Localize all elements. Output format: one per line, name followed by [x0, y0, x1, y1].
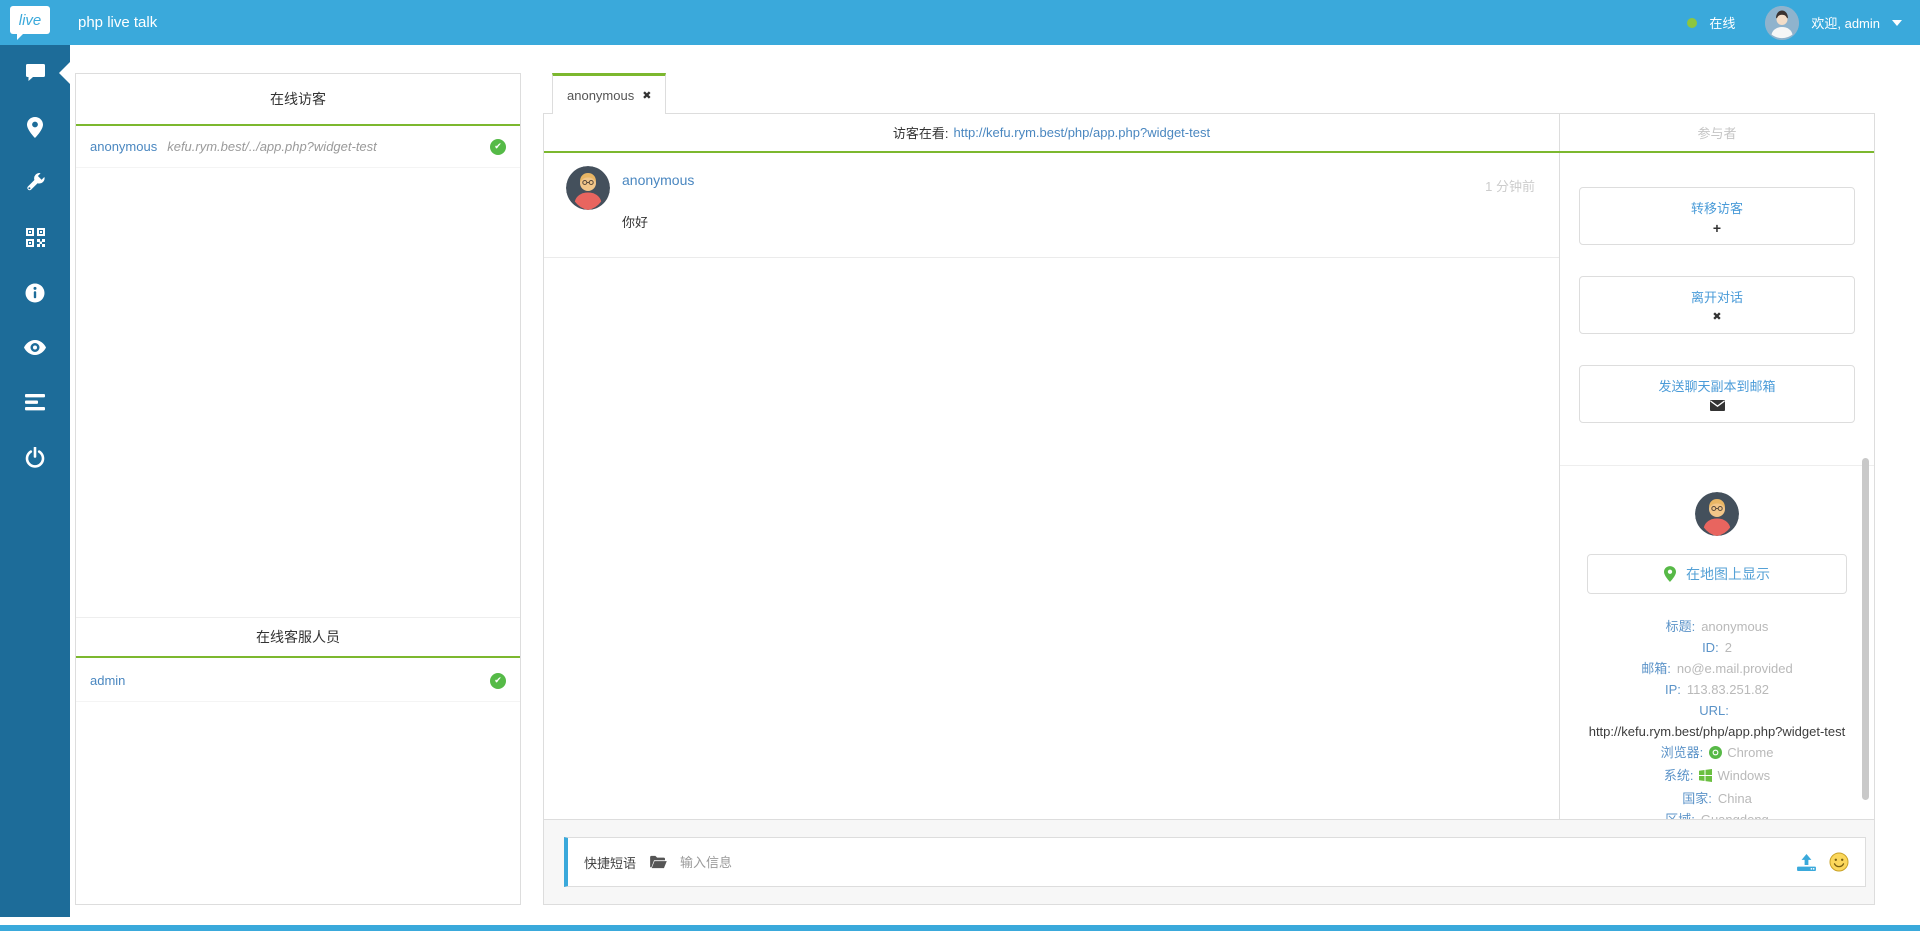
tab-close-icon[interactable]: ✖ — [642, 89, 651, 102]
online-status-dot-icon — [1687, 18, 1697, 28]
visitor-name-link[interactable]: anonymous — [90, 139, 157, 154]
sidebar-item-logout[interactable] — [0, 430, 70, 485]
message-composer: 快捷短语 — [564, 837, 1866, 887]
emoji-icon[interactable] — [1829, 852, 1849, 872]
sidebar-item-settings[interactable] — [0, 155, 70, 210]
user-avatar[interactable] — [1765, 6, 1799, 40]
chevron-down-icon[interactable] — [1892, 20, 1902, 31]
viewing-url-link[interactable]: http://kefu.rym.best/php/app.php?widget-… — [954, 125, 1211, 140]
sidebar-item-chats[interactable] — [0, 45, 70, 100]
detail-row: 邮箱:no@e.mail.provided — [1560, 658, 1874, 679]
online-visitors-header: 在线访客 — [76, 74, 520, 126]
online-status-label: 在线 — [1709, 13, 1735, 32]
map-marker-icon — [27, 117, 43, 138]
quick-phrases-button[interactable]: 快捷短语 — [584, 853, 636, 872]
visitors-panel: 在线访客 anonymous kefu.rym.best/../app.php?… — [75, 73, 521, 905]
envelope-icon — [1710, 400, 1725, 412]
avatar-photo-icon — [1765, 6, 1799, 40]
panel-divider — [1560, 465, 1874, 466]
icon-sidebar — [0, 45, 70, 917]
info-icon — [25, 283, 45, 303]
detail-row: 标题:anonymous — [1560, 616, 1874, 637]
detail-row: URL: — [1560, 700, 1874, 721]
agent-row[interactable]: admin ✔ — [76, 660, 520, 702]
tab-anonymous[interactable]: anonymous ✖ — [552, 73, 666, 114]
show-on-map-button[interactable]: 在地图上显示 — [1587, 554, 1847, 594]
chat-main-container: 访客在看: http://kefu.rym.best/php/app.php?w… — [543, 113, 1875, 905]
visitor-viewing-bar: 访客在看: http://kefu.rym.best/php/app.php?w… — [544, 114, 1559, 151]
participants-header: 参与者 — [1559, 114, 1874, 151]
message-text: 你好 — [622, 212, 1485, 231]
detail-row: IP:113.83.251.82 — [1560, 679, 1874, 700]
online-check-icon: ✔ — [490, 139, 506, 155]
map-pin-icon — [1664, 566, 1676, 582]
viewing-label: 访客在看: — [893, 123, 949, 142]
message-author-link[interactable]: anonymous — [622, 172, 1485, 188]
visitor-detail-avatar — [1695, 492, 1739, 536]
detail-row-url: http://kefu.rym.best/php/app.php?widget-… — [1560, 721, 1874, 742]
detail-row-os: 系统:Windows — [1560, 765, 1874, 788]
app-header: live php live talk 在线 欢迎, admin — [0, 0, 1920, 45]
tab-label: anonymous — [567, 88, 634, 103]
visitor-details: 标题:anonymous ID:2 邮箱:no@e.mail.provided … — [1560, 616, 1874, 819]
visitor-avatar-icon — [566, 166, 610, 210]
agent-name-link[interactable]: admin — [90, 673, 125, 688]
composer-footer: 快捷短语 — [544, 819, 1874, 904]
chat-message-area: anonymous 你好 1 分钟前 — [544, 153, 1559, 819]
visitor-avatar-icon — [1695, 492, 1739, 536]
close-icon: ✖ — [1712, 311, 1721, 323]
detail-row: 区域:Guangdong — [1560, 809, 1874, 819]
list-icon — [25, 394, 45, 411]
app-title: php live talk — [78, 0, 157, 45]
wrench-icon — [25, 173, 45, 193]
power-icon — [25, 447, 45, 468]
app-logo: live — [10, 6, 50, 34]
chat-message: anonymous 你好 1 分钟前 — [544, 153, 1559, 258]
plus-icon: + — [1713, 222, 1721, 234]
panel-scrollbar[interactable] — [1862, 458, 1869, 800]
eye-icon — [24, 340, 46, 355]
transfer-visitor-button[interactable]: 转移访客 + — [1579, 187, 1855, 245]
visitor-row[interactable]: anonymous kefu.rym.best/../app.php?widge… — [76, 126, 520, 168]
bottom-accent-bar — [0, 925, 1920, 931]
upload-icon[interactable] — [1797, 854, 1816, 871]
leave-conversation-button[interactable]: 离开对话 ✖ — [1579, 276, 1855, 334]
visitor-avatar — [566, 166, 610, 210]
chrome-icon — [1709, 744, 1722, 765]
send-transcript-button[interactable]: 发送聊天副本到邮箱 — [1579, 365, 1855, 423]
message-timestamp: 1 分钟前 — [1485, 166, 1535, 257]
message-input[interactable] — [680, 855, 1784, 870]
welcome-text: 欢迎, admin — [1811, 13, 1880, 32]
detail-row-browser: 浏览器:Chrome — [1560, 742, 1874, 765]
online-agents-header: 在线客服人员 — [76, 617, 520, 658]
sidebar-item-monitor[interactable] — [0, 320, 70, 375]
chat-icon — [25, 64, 46, 82]
detail-row: ID:2 — [1560, 637, 1874, 658]
sidebar-item-widget[interactable] — [0, 210, 70, 265]
sidebar-item-logs[interactable] — [0, 375, 70, 430]
sidebar-item-map[interactable] — [0, 100, 70, 155]
visitor-url: kefu.rym.best/../app.php?widget-test — [167, 139, 480, 154]
detail-row: 国家:China — [1560, 788, 1874, 809]
sidebar-item-info[interactable] — [0, 265, 70, 320]
qr-code-icon — [26, 228, 45, 247]
online-check-icon: ✔ — [490, 673, 506, 689]
folder-open-icon[interactable] — [649, 855, 667, 869]
windows-icon — [1699, 767, 1712, 788]
participants-panel: 转移访客 + 离开对话 ✖ 发送聊天副本到邮箱 — [1559, 153, 1874, 819]
